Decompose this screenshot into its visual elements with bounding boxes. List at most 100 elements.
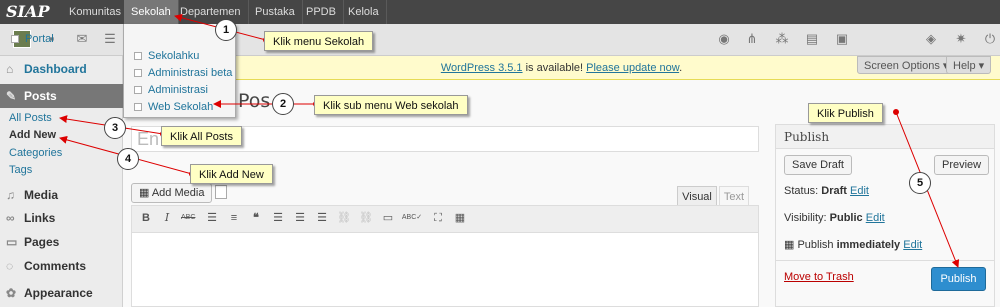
- visibility-row: Visibility: Public Edit: [784, 212, 885, 224]
- visibility-edit-link[interactable]: Edit: [866, 212, 885, 224]
- link-icon[interactable]: ⛓: [337, 210, 351, 226]
- notice-suffix: .: [679, 62, 683, 74]
- dropdown-item-label: Administrasi beta: [148, 67, 233, 79]
- sidebar-item-label: Appearance: [24, 286, 93, 300]
- italic-icon[interactable]: I: [160, 210, 174, 226]
- add-media-label: Add Media: [151, 187, 205, 199]
- kitchen-sink-icon[interactable]: ▦: [453, 210, 467, 226]
- nav-kelola[interactable]: Kelola: [341, 0, 387, 24]
- document-icon[interactable]: ▤: [804, 31, 820, 47]
- step-number-3: 3: [104, 117, 126, 139]
- callout-5: Klik Publish: [808, 103, 883, 123]
- sidebar-item-label: Dashboard: [24, 62, 87, 76]
- sidebar-item-label: Comments: [24, 259, 87, 273]
- nav-ppdb[interactable]: PPDB: [299, 0, 344, 24]
- visibility-value: Public: [829, 212, 863, 224]
- tab-text[interactable]: Text: [719, 186, 749, 206]
- nav-departemen[interactable]: Departemen: [173, 0, 249, 24]
- nav-komunitas[interactable]: Komunitas: [62, 0, 129, 24]
- help-button[interactable]: Help ▾: [946, 56, 992, 74]
- step-number-1: 1: [215, 19, 237, 41]
- align-left-icon[interactable]: ☰: [271, 210, 285, 226]
- callout-1: Klik menu Sekolah: [264, 31, 374, 51]
- align-center-icon[interactable]: ☰: [293, 210, 307, 226]
- dropdown-item-administrasi-beta[interactable]: Administrasi beta: [134, 65, 232, 82]
- schedule-row: ▦ Publish immediately Edit: [784, 238, 922, 251]
- preview-button[interactable]: Preview: [934, 155, 990, 175]
- status-row: Status: Draft Edit: [784, 185, 869, 197]
- step-number-2: 2: [272, 93, 294, 115]
- sidebar-item-label: Posts: [24, 89, 57, 103]
- screen-options-button[interactable]: Screen Options ▾: [857, 56, 956, 74]
- checkbox-icon: [11, 35, 19, 43]
- notice-text: is available!: [522, 62, 587, 74]
- dropdown-item-sekolahku[interactable]: Sekolahku: [134, 48, 199, 65]
- callout-2: Klik sub menu Web sekolah: [314, 95, 468, 115]
- status-value: Draft: [821, 185, 847, 197]
- dropdown-item-label: Sekolahku: [148, 50, 200, 62]
- sidebar-item-label: Pages: [24, 235, 60, 249]
- publish-box-title: Publish: [775, 124, 995, 149]
- visibility-label: Visibility:: [784, 212, 830, 224]
- align-right-icon[interactable]: ☰: [315, 210, 329, 226]
- schedule-edit-link[interactable]: Edit: [903, 239, 922, 251]
- bullet-list-icon[interactable]: ☰: [205, 210, 219, 226]
- siap-logo[interactable]: SIAP: [6, 2, 56, 22]
- sidebar-item-media[interactable]: ♫ Media: [0, 183, 123, 207]
- sidebar-sub-tags[interactable]: Tags: [9, 162, 32, 178]
- callout-4: Klik Add New: [190, 164, 273, 184]
- sidebar-sub-categories[interactable]: Categories: [9, 145, 62, 161]
- blockquote-icon[interactable]: ❝: [249, 210, 263, 226]
- mail-icon[interactable]: ✉: [74, 31, 90, 47]
- dropdown-item-label: Portal: [25, 33, 54, 45]
- sidebar-sub-all-posts[interactable]: All Posts: [9, 110, 52, 126]
- cube-icon[interactable]: ◈: [923, 31, 939, 47]
- status-edit-link[interactable]: Edit: [850, 185, 869, 197]
- hierarchy-icon[interactable]: ⋔: [744, 31, 760, 47]
- unlink-icon[interactable]: ⛓: [359, 210, 373, 226]
- checkbox-icon: [134, 103, 142, 111]
- nav-sekolah[interactable]: Sekolah: [124, 0, 179, 24]
- checkbox-icon: [134, 86, 142, 94]
- sidebar-item-links[interactable]: ∞ Links: [0, 206, 123, 230]
- publish-button[interactable]: Publish: [931, 267, 986, 291]
- pin-icon: ✎: [6, 89, 17, 103]
- dropdown-item-web-sekolah[interactable]: Web Sekolah: [134, 99, 213, 116]
- save-draft-button[interactable]: Save Draft: [784, 155, 852, 175]
- sidebar-item-dashboard[interactable]: ⌂ Dashboard: [0, 57, 123, 81]
- schedule-label: Publish: [797, 239, 837, 251]
- step-number-4: 4: [117, 148, 139, 170]
- callout-3: Klik All Posts: [161, 126, 242, 146]
- fullscreen-icon[interactable]: ⛶: [431, 210, 445, 226]
- bold-icon[interactable]: B: [139, 210, 153, 226]
- add-media-button[interactable]: ▦ Add Media: [131, 183, 213, 203]
- move-to-trash-link[interactable]: Move to Trash: [784, 271, 854, 283]
- sidebar-item-pages[interactable]: ▭ Pages: [0, 230, 123, 254]
- schedule-value: immediately: [836, 239, 901, 251]
- gear-icon[interactable]: ✷: [953, 31, 969, 47]
- sidebar-item-appearance[interactable]: ✿ Appearance: [0, 281, 123, 305]
- wordpress-version-link[interactable]: WordPress 3.5.1: [441, 62, 523, 74]
- sidebar-item-comments[interactable]: ◌ Comments: [0, 254, 123, 278]
- dropdown-item-portal[interactable]: Portal: [11, 31, 54, 48]
- list-icon[interactable]: ☰: [102, 31, 118, 47]
- spellcheck-icon[interactable]: ABC✓: [401, 210, 423, 226]
- form-icon[interactable]: [215, 185, 227, 199]
- badge-icon[interactable]: ▣: [834, 31, 850, 47]
- nav-pustaka[interactable]: Pustaka: [248, 0, 303, 24]
- group-icon[interactable]: ⁂: [774, 31, 790, 47]
- format-toolbar: [131, 205, 759, 233]
- more-tag-icon[interactable]: ▭: [381, 210, 395, 226]
- dropdown-item-administrasi[interactable]: Administrasi: [134, 82, 208, 99]
- sidebar-item-posts[interactable]: ✎ Posts: [0, 84, 123, 108]
- calendar-icon: ▦: [784, 239, 798, 251]
- update-now-link[interactable]: Please update now: [586, 62, 679, 74]
- tab-visual[interactable]: Visual: [677, 186, 717, 206]
- numbered-list-icon[interactable]: ≡: [227, 210, 241, 226]
- step-number-5: 5: [909, 172, 931, 194]
- power-icon[interactable]: ⏻: [982, 31, 998, 47]
- page-title: Pos: [238, 90, 271, 112]
- rss-icon[interactable]: ◉: [716, 31, 732, 47]
- strikethrough-icon[interactable]: ABC: [181, 210, 195, 226]
- sidebar-sub-add-new[interactable]: Add New: [9, 127, 56, 143]
